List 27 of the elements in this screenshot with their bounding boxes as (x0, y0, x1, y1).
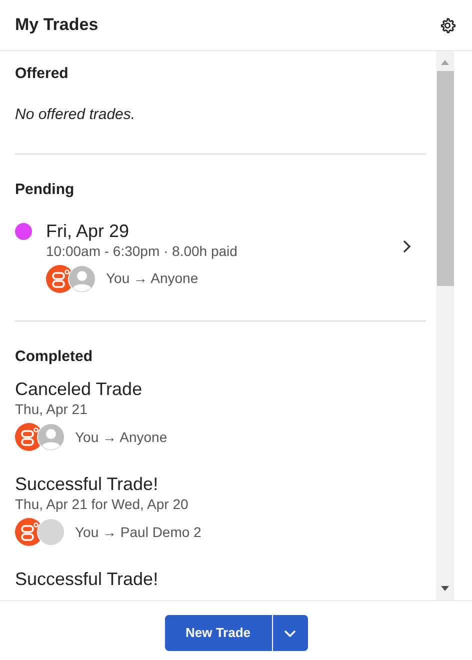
user-avatar-icon (68, 264, 96, 292)
scrollbar[interactable] (436, 51, 454, 600)
user-avatar-icon (37, 423, 65, 451)
trade-title: Successful Trade! (15, 473, 160, 495)
trade-date: Thu, Apr 21 (15, 400, 88, 418)
chevron-down-icon (284, 630, 296, 636)
photo-placeholder (37, 518, 65, 546)
trade-date: Thu, Apr 21 for Wed, Apr 20 (15, 495, 190, 513)
empty-message: No offered trades. (15, 104, 136, 124)
new-trade-button[interactable]: New Trade (164, 615, 272, 651)
trade-title: Canceled Trade (15, 378, 144, 400)
scrollbar-thumb[interactable] (436, 71, 454, 286)
trade-route: You → Anyone (106, 269, 198, 288)
chevron-right-icon[interactable] (403, 240, 411, 252)
trade-route: You → Anyone (75, 428, 168, 447)
section-heading: Offered (15, 64, 70, 84)
section-heading: Completed (15, 346, 94, 366)
trade-title: Successful Trade! (15, 568, 160, 590)
scroll-down-arrow-icon[interactable] (441, 586, 449, 591)
more-options-button[interactable] (272, 615, 308, 651)
pending-trade-item[interactable]: Fri, Apr 29 10:00am - 6:30pm · 8.00h paid You → Anyone (15, 220, 426, 292)
settings-icon[interactable] (439, 16, 456, 34)
section-heading: Pending (15, 180, 76, 200)
trade-date: Fri, Apr 29 (46, 220, 130, 242)
trade-details: 10:00am - 6:30pm · 8.00h paid (46, 242, 238, 260)
page-title: My Trades (15, 14, 98, 36)
trade-route: You → Paul Demo 2 (75, 522, 202, 542)
